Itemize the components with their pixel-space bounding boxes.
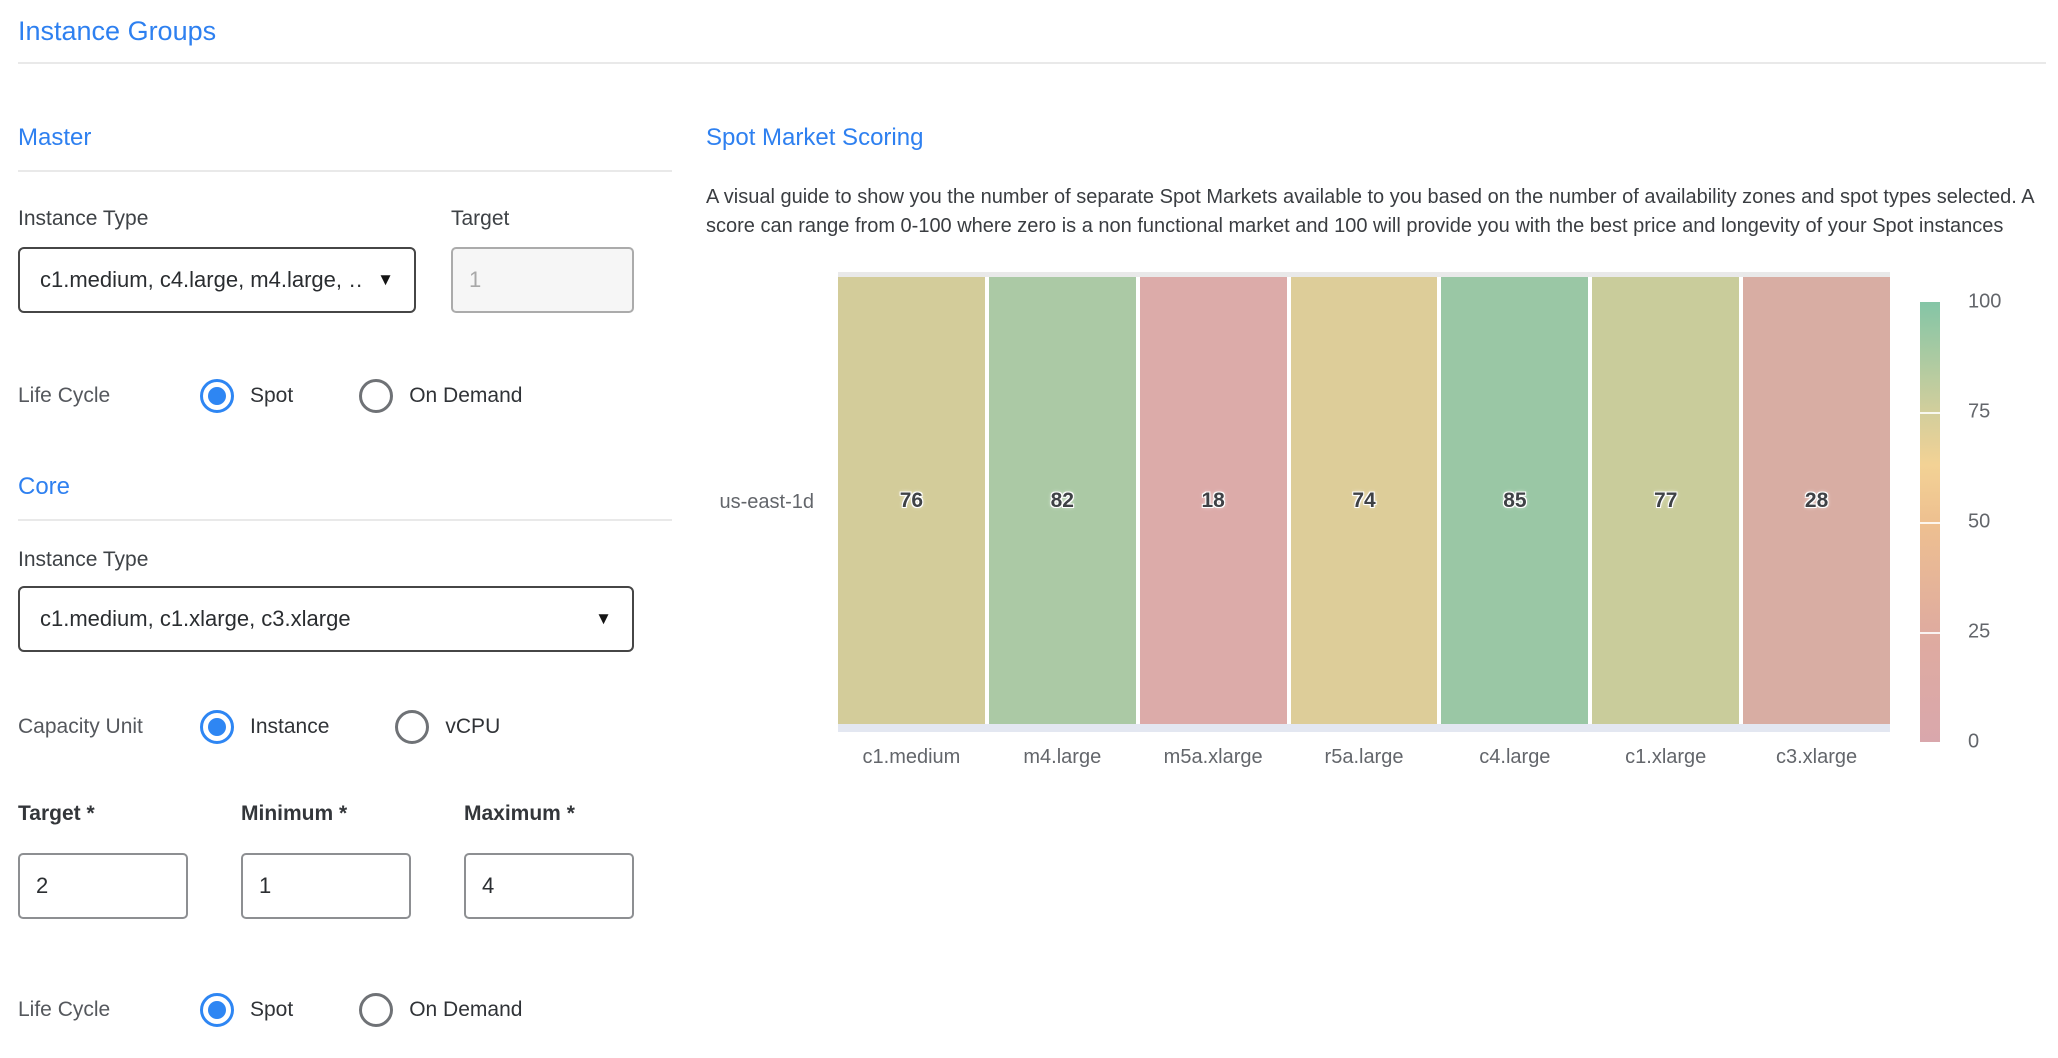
colorbar-tick: 0 xyxy=(1968,731,1979,754)
core-instance-type-value: c1.medium, c1.xlarge, c3.xlarge xyxy=(40,606,351,632)
heatmap-cell-value: 74 xyxy=(1352,489,1375,513)
radio-selected-icon xyxy=(200,710,234,744)
colorbar-tick: 75 xyxy=(1968,401,1990,424)
core-target-input[interactable] xyxy=(18,853,188,919)
master-target-input xyxy=(451,247,634,313)
heatmap-cell: 74 xyxy=(1291,277,1438,724)
radio-unselected-icon xyxy=(359,993,393,1027)
heatmap-cell: 18 xyxy=(1140,277,1287,724)
colorbar-separator xyxy=(1920,412,1940,414)
master-instance-type-dropdown[interactable]: c1.medium, c4.large, m4.large, … ▼ xyxy=(18,247,416,313)
x-axis-label: m4.large xyxy=(989,746,1136,769)
heatmap-cell-value: 76 xyxy=(900,489,923,513)
colorbar-tick: 100 xyxy=(1968,291,2001,314)
instance-groups-form: Master Instance Type c1.medium, c4.large… xyxy=(18,64,672,1027)
capacity-instance-radio-label: Instance xyxy=(250,715,329,739)
colorbar-separator xyxy=(1920,632,1940,634)
master-spot-radio-label: Spot xyxy=(250,384,293,408)
radio-selected-icon xyxy=(200,379,234,413)
dropdown-arrow-icon: ▼ xyxy=(581,609,612,629)
capacity-vcpu-radio[interactable]: vCPU xyxy=(395,710,500,744)
heatmap-cell-value: 77 xyxy=(1654,489,1677,513)
x-axis-label: m5a.xlarge xyxy=(1140,746,1287,769)
master-instance-type-field: Instance Type c1.medium, c4.large, m4.la… xyxy=(18,206,416,313)
master-fields-row: Instance Type c1.medium, c4.large, m4.la… xyxy=(18,206,672,313)
heatmap-cell-value: 82 xyxy=(1051,489,1074,513)
master-instance-type-label: Instance Type xyxy=(18,206,416,232)
spot-market-scoring-heading: Spot Market Scoring xyxy=(706,123,2058,152)
heatmap-colorbar: 100 75 50 25 0 xyxy=(1920,272,2030,742)
x-axis-label: c1.medium xyxy=(838,746,985,769)
plot-background-strip xyxy=(838,724,1890,732)
master-target-field: Target xyxy=(451,206,634,313)
heatmap-cell: 85 xyxy=(1441,277,1588,724)
capacity-vcpu-radio-label: vCPU xyxy=(445,715,500,739)
master-section-heading: Master xyxy=(18,123,672,152)
colorbar-tick: 25 xyxy=(1968,621,1990,644)
master-on-demand-radio-label: On Demand xyxy=(409,384,522,408)
core-spot-radio-label: Spot xyxy=(250,998,293,1022)
capacity-unit-row: Capacity Unit Instance vCPU xyxy=(18,710,672,744)
core-spot-radio[interactable]: Spot xyxy=(200,993,293,1027)
core-section-heading: Core xyxy=(18,472,672,501)
spot-market-scoring-panel: Spot Market Scoring A visual guide to sh… xyxy=(706,64,2058,769)
colorbar-tick: 50 xyxy=(1968,511,1990,534)
capacity-unit-label: Capacity Unit xyxy=(18,715,200,739)
heatmap-cell-value: 28 xyxy=(1805,489,1828,513)
spot-market-heatmap: us-east-1d 76 82 18 74 85 77 xyxy=(706,272,2058,769)
colorbar-gradient xyxy=(1920,302,1940,742)
master-target-label: Target xyxy=(451,206,634,232)
core-minimum-label: Minimum * xyxy=(241,801,411,827)
core-target-label: Target * xyxy=(18,801,188,827)
core-instance-type-dropdown[interactable]: c1.medium, c1.xlarge, c3.xlarge ▼ xyxy=(18,586,634,652)
radio-unselected-icon xyxy=(395,710,429,744)
heatmap-x-axis-labels: c1.medium m4.large m5a.xlarge r5a.large … xyxy=(838,746,1890,769)
core-capacity-inputs-row xyxy=(18,853,672,919)
x-axis-label: c4.large xyxy=(1441,746,1588,769)
x-axis-label: r5a.large xyxy=(1291,746,1438,769)
radio-selected-icon xyxy=(200,993,234,1027)
colorbar-separator xyxy=(1920,522,1940,524)
capacity-instance-radio[interactable]: Instance xyxy=(200,710,329,744)
spot-market-scoring-description: A visual guide to show you the number of… xyxy=(706,183,2046,241)
heatmap-cell: 28 xyxy=(1743,277,1890,724)
dropdown-arrow-icon: ▼ xyxy=(363,270,394,290)
core-life-cycle-row: Life Cycle Spot On Demand xyxy=(18,993,672,1027)
page-title: Instance Groups xyxy=(18,15,2058,48)
heatmap-cell: 82 xyxy=(989,277,1136,724)
core-on-demand-radio[interactable]: On Demand xyxy=(359,993,522,1027)
heatmap-plot-area: 76 82 18 74 85 77 28 c1.m xyxy=(838,272,1890,769)
core-minimum-input[interactable] xyxy=(241,853,411,919)
main-content: Master Instance Type c1.medium, c4.large… xyxy=(0,64,2058,1027)
x-axis-label: c1.xlarge xyxy=(1592,746,1739,769)
master-section-divider xyxy=(18,170,672,172)
heatmap-cell: 76 xyxy=(838,277,985,724)
core-section-divider xyxy=(18,519,672,521)
heatmap-row-label: us-east-1d xyxy=(706,272,838,732)
master-spot-radio[interactable]: Spot xyxy=(200,379,293,413)
core-capacity-labels-row: Target * Minimum * Maximum * xyxy=(18,801,672,827)
core-maximum-label: Maximum * xyxy=(464,801,634,827)
master-instance-type-value: c1.medium, c4.large, m4.large, … xyxy=(40,267,363,293)
x-axis-label: c3.xlarge xyxy=(1743,746,1890,769)
heatmap-cell-value: 85 xyxy=(1503,489,1526,513)
core-on-demand-radio-label: On Demand xyxy=(409,998,522,1022)
core-life-cycle-label: Life Cycle xyxy=(18,998,200,1022)
radio-unselected-icon xyxy=(359,379,393,413)
heatmap-cell: 77 xyxy=(1592,277,1739,724)
core-maximum-input[interactable] xyxy=(464,853,634,919)
heatmap-cell-value: 18 xyxy=(1201,489,1224,513)
core-instance-type-label: Instance Type xyxy=(18,547,672,573)
heatmap-cells-row: 76 82 18 74 85 77 28 xyxy=(838,277,1890,724)
master-on-demand-radio[interactable]: On Demand xyxy=(359,379,522,413)
master-life-cycle-row: Life Cycle Spot On Demand xyxy=(18,379,672,413)
master-life-cycle-label: Life Cycle xyxy=(18,384,200,408)
